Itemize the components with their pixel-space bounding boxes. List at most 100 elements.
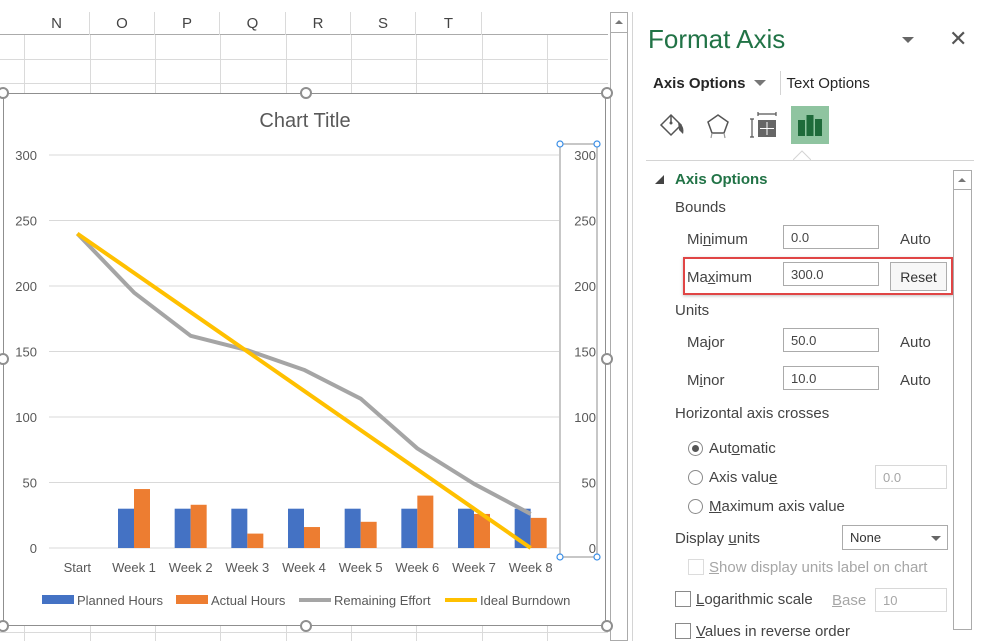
pane-options-dropdown-icon[interactable]	[901, 35, 915, 45]
bar-planned-hours[interactable]	[174, 508, 191, 548]
bar-actual-hours[interactable]	[190, 504, 207, 548]
legend-entry[interactable]: Ideal Burndown	[480, 593, 570, 608]
legend-entry[interactable]: Remaining Effort	[334, 593, 431, 608]
secondary-axis-selected[interactable]: 0 50 100 150 200 250 300	[556, 140, 601, 561]
bar-actual-hours[interactable]	[417, 495, 434, 548]
column-header-q[interactable]: Q	[220, 12, 286, 35]
label-part: alues in reverse order	[704, 623, 850, 640]
bar-series	[118, 489, 547, 548]
section-axis-options[interactable]: Axis Options	[675, 171, 768, 188]
radio-automatic[interactable]	[688, 441, 703, 456]
label-part: Mi	[687, 231, 703, 248]
bar-actual-hours[interactable]	[134, 489, 150, 548]
logarithmic-scale-checkbox[interactable]	[675, 591, 691, 607]
legend-entry[interactable]: Planned Hours	[77, 593, 163, 608]
label-part: Display	[675, 530, 729, 547]
label-access-key: e	[769, 469, 778, 486]
bar-planned-hours[interactable]	[231, 508, 248, 548]
size-properties-button[interactable]	[745, 106, 783, 144]
bar-planned-hours[interactable]	[118, 508, 134, 548]
pane-vertical-scrollbar[interactable]	[953, 170, 972, 630]
label-access-key: B	[832, 592, 843, 609]
values-reverse-order-checkbox[interactable]	[675, 623, 691, 639]
bar-chart-icon	[798, 115, 822, 136]
minimum-label: Minimum	[687, 231, 748, 248]
column-header-r[interactable]: R	[286, 12, 351, 35]
x-tick-label: Week 4	[282, 560, 326, 575]
column-header-o[interactable]: O	[90, 12, 155, 35]
grid-line	[0, 59, 608, 60]
column-header-s[interactable]: S	[351, 12, 416, 35]
label-part: or	[711, 334, 725, 351]
chart-title[interactable]: Chart Title	[259, 110, 350, 132]
x-tick-label: Week 7	[452, 560, 496, 575]
log-base-input[interactable]	[875, 588, 947, 612]
selection-handle[interactable]	[556, 553, 564, 561]
minor-unit-input[interactable]	[783, 366, 879, 390]
tab-text-options[interactable]: Text Options	[787, 75, 870, 92]
line-remaining-effort[interactable]	[75, 232, 532, 516]
selection-handle[interactable]	[556, 140, 564, 148]
axis-options-button[interactable]	[791, 106, 829, 144]
major-unit-input[interactable]	[783, 328, 879, 352]
resize-handle[interactable]	[601, 87, 613, 99]
category-axis[interactable]: Start Week 1 Week 2 Week 3 Week 4 Week 5 Week …	[64, 560, 553, 575]
column-header-t[interactable]: T	[416, 12, 482, 35]
x-tick-label: Week 1	[112, 560, 156, 575]
secondary-y-tick-label: 100	[574, 410, 596, 425]
bar-actual-hours[interactable]	[360, 521, 377, 548]
automatic-label[interactable]: Automatic	[709, 440, 776, 457]
column-header-p[interactable]: P	[155, 12, 220, 35]
values-reverse-order-label[interactable]: Values in reverse order	[696, 623, 850, 640]
bar-actual-hours[interactable]	[304, 527, 320, 548]
maximum-input[interactable]	[783, 262, 879, 286]
chart-area[interactable]: Chart Title 0 50 100 150 200 250 300 0 50 100 150…	[0, 87, 613, 632]
pentagon-effects-icon	[707, 114, 729, 139]
pane-body: Axis Options Bounds Minimum Auto Maximum…	[633, 162, 987, 641]
legend-entry[interactable]: Actual Hours	[211, 593, 286, 608]
show-units-label-checkbox[interactable]	[688, 559, 704, 575]
column-header-n[interactable]: N	[24, 12, 90, 35]
spreadsheet-grid[interactable]: N O P Q R S T Chart Title 0 50 100 150 200	[0, 0, 630, 641]
resize-handle[interactable]	[300, 87, 312, 99]
resize-handle[interactable]	[601, 353, 613, 365]
scroll-up-arrow-icon[interactable]	[954, 171, 971, 190]
collapse-triangle-icon[interactable]	[655, 175, 664, 184]
display-units-value: None	[850, 530, 882, 545]
display-units-dropdown[interactable]: None	[842, 525, 948, 550]
sheet-vertical-scrollbar[interactable]	[610, 12, 628, 641]
selection-handle[interactable]	[593, 140, 601, 148]
axis-value-input[interactable]	[875, 465, 947, 489]
effects-button[interactable]	[699, 106, 737, 144]
resize-handle[interactable]	[601, 620, 613, 632]
label-part: nor	[702, 372, 725, 389]
label-part: aximum axis value	[721, 498, 845, 515]
maximum-axis-value-label[interactable]: Maximum axis value	[709, 498, 845, 515]
minimum-input[interactable]	[783, 225, 879, 249]
logarithmic-scale-label[interactable]: Logarithmic scale	[696, 591, 813, 608]
fill-bucket-icon	[659, 113, 684, 137]
radio-maximum-axis-value[interactable]	[688, 499, 703, 514]
chevron-down-icon[interactable]	[753, 80, 766, 86]
grid-line	[0, 83, 608, 84]
bar-planned-hours[interactable]	[458, 508, 474, 548]
axis-value-label[interactable]: Axis value	[709, 469, 777, 486]
resize-handle[interactable]	[0, 620, 9, 632]
maximum-reset-button[interactable]: Reset	[890, 262, 947, 291]
radio-axis-value[interactable]	[688, 470, 703, 485]
bar-planned-hours[interactable]	[288, 508, 304, 548]
bar-planned-hours[interactable]	[344, 508, 361, 548]
show-units-label-text: Show display units label on chart	[709, 559, 927, 576]
bar-actual-hours[interactable]	[247, 533, 264, 548]
scroll-up-arrow-icon[interactable]	[611, 13, 627, 33]
primary-axis[interactable]: 0 50 100 150 200 250 300	[15, 148, 37, 556]
tab-axis-options[interactable]: Axis Options	[653, 75, 746, 92]
close-icon[interactable]: ✕	[949, 26, 967, 52]
bar-planned-hours[interactable]	[401, 508, 418, 548]
column-header-row: N O P Q R S T	[0, 12, 608, 35]
fill-line-button[interactable]	[653, 106, 691, 144]
bar-actual-hours[interactable]	[530, 517, 547, 548]
legend[interactable]: Planned Hours Actual Hours Remaining Effor…	[42, 593, 570, 608]
resize-handle[interactable]	[300, 620, 312, 632]
label-part: imum	[715, 269, 753, 286]
